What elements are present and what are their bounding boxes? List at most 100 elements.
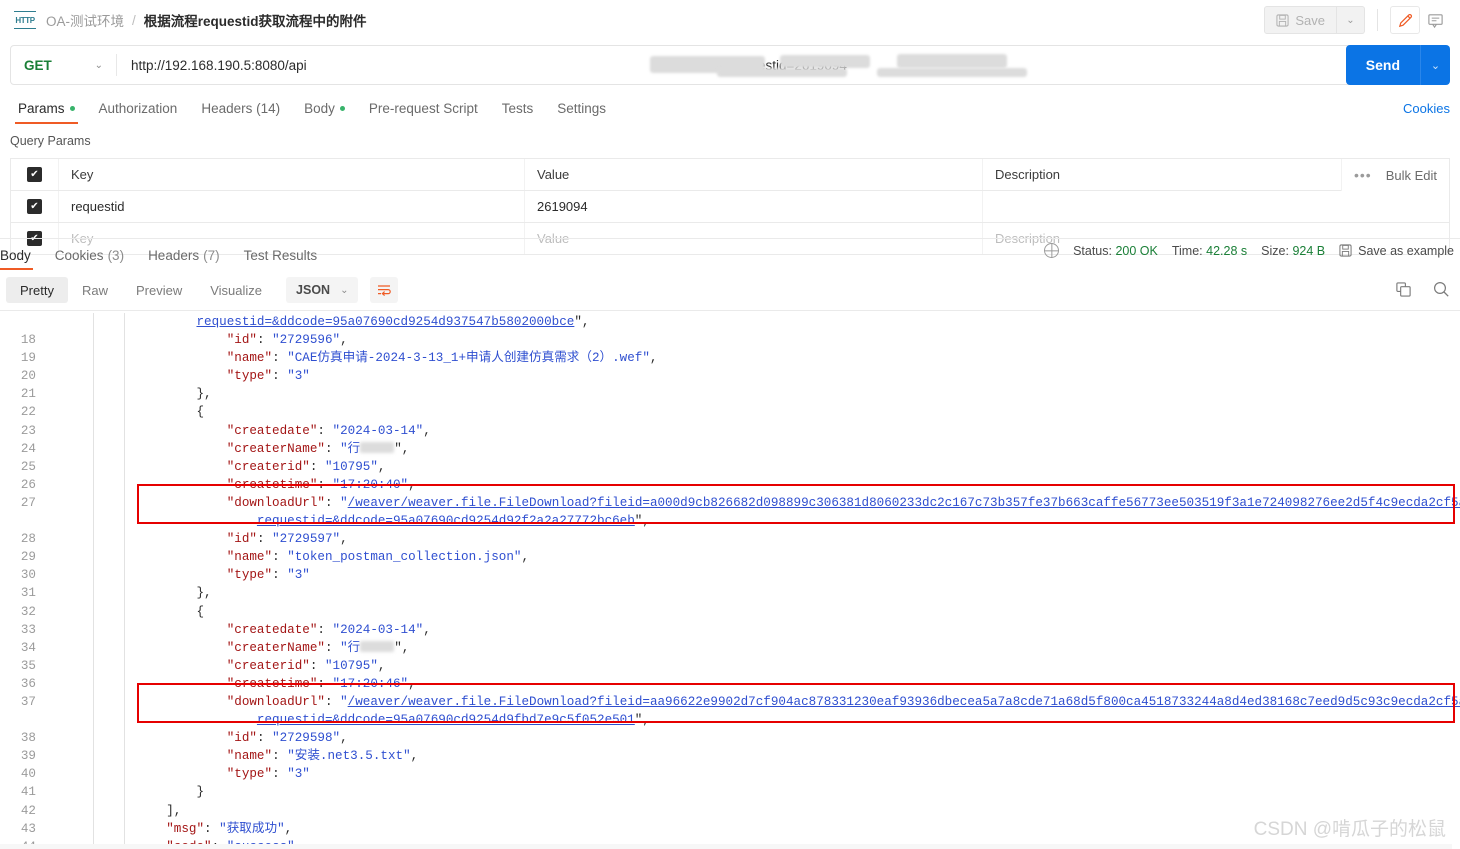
json-key: "createdate" [226, 622, 318, 637]
breadcrumb-collection[interactable]: OA-测试环境 [46, 10, 124, 30]
row-checkbox-cell[interactable]: ✔ [11, 191, 59, 222]
fold-gutter[interactable] [46, 313, 76, 331]
fold-gutter[interactable] [46, 820, 76, 838]
horizontal-scrollbar[interactable] [0, 844, 1452, 849]
json-punct: { [136, 604, 205, 619]
fold-gutter[interactable] [46, 802, 76, 820]
json-link[interactable]: requestid=&ddcode=95a07690cd9254d92f2a2a… [257, 514, 635, 528]
fold-gutter[interactable] [46, 584, 76, 602]
view-preview-button[interactable]: Preview [122, 277, 196, 303]
fold-gutter[interactable] [46, 530, 76, 548]
wrap-lines-button[interactable] [370, 277, 399, 303]
fold-gutter[interactable] [46, 349, 76, 367]
fold-gutter[interactable] [46, 639, 76, 657]
fold-gutter[interactable] [46, 403, 76, 421]
response-tab-body[interactable]: Body [0, 241, 43, 270]
save-as-example-button[interactable]: Save as example [1339, 244, 1454, 258]
param-value-input[interactable]: 2619094 [525, 191, 983, 222]
send-dropdown-button[interactable]: ⌄ [1420, 45, 1450, 85]
line-number: 36 [20, 676, 36, 691]
tab-tests[interactable]: Tests [490, 95, 546, 122]
line-number: 31 [20, 586, 36, 601]
json-link[interactable]: /weaver/weaver.file.FileDownload?fileid=… [348, 496, 1460, 510]
edit-request-button[interactable] [1390, 6, 1420, 34]
more-options-icon[interactable]: ••• [1354, 167, 1372, 183]
response-tab-cookies[interactable]: Cookies (3) [43, 241, 136, 269]
fold-gutter[interactable] [46, 458, 76, 476]
view-visualize-button[interactable]: Visualize [196, 277, 276, 303]
view-pretty-button[interactable]: Pretty [6, 277, 68, 303]
fold-gutter[interactable] [46, 693, 76, 711]
fold-gutter[interactable] [46, 675, 76, 693]
fold-gutter[interactable] [46, 657, 76, 675]
cookies-link[interactable]: Cookies [1403, 101, 1450, 116]
save-dropdown-button[interactable]: ⌄ [1337, 6, 1365, 34]
param-description-input[interactable] [983, 191, 1449, 222]
checkbox-checked-icon[interactable]: ✔ [27, 199, 42, 214]
fold-gutter[interactable] [46, 548, 76, 566]
fold-gutter[interactable] [46, 512, 76, 530]
fold-gutter[interactable] [46, 603, 76, 621]
tab-settings[interactable]: Settings [545, 95, 618, 122]
fold-gutter[interactable] [46, 747, 76, 765]
copy-icon[interactable] [1395, 281, 1412, 298]
param-key-input[interactable]: requestid [59, 191, 525, 222]
fold-gutter[interactable] [46, 729, 76, 747]
json-punct [136, 333, 227, 347]
send-button[interactable]: Send [1345, 45, 1420, 85]
tab-headers[interactable]: Headers (14) [189, 95, 292, 122]
json-punct [136, 424, 227, 438]
comments-button[interactable] [1420, 6, 1450, 34]
tab-params[interactable]: Params [6, 95, 87, 124]
checkbox-checked-icon[interactable]: ✔ [27, 167, 42, 182]
response-body-code[interactable]: requestid=&ddcode=95a07690cd9254d937547b… [0, 311, 1460, 849]
json-key: "type" [226, 369, 273, 384]
format-label: JSON [296, 283, 331, 297]
fold-gutter[interactable] [46, 367, 76, 385]
json-punct [136, 351, 227, 365]
json-link[interactable]: /weaver/weaver.file.FileDownload?fileid=… [348, 695, 1460, 709]
indent-guide [76, 385, 136, 404]
fold-gutter[interactable] [46, 783, 76, 801]
fold-gutter[interactable] [46, 440, 76, 458]
save-button[interactable]: Save [1264, 6, 1337, 34]
response-tab-test-results[interactable]: Test Results [232, 241, 330, 269]
select-all-checkbox-cell[interactable]: ✔ [11, 159, 59, 190]
response-tab-headers[interactable]: Headers (7) [136, 241, 232, 269]
code-line: 33 "createdate": "2024-03-14", [0, 620, 1460, 639]
format-selector[interactable]: JSON ⌄ [286, 277, 359, 303]
search-icon[interactable] [1432, 280, 1450, 298]
method-selector[interactable]: GET ⌄ [11, 46, 116, 84]
wrap-lines-icon [378, 285, 392, 297]
fold-gutter[interactable] [46, 621, 76, 639]
fold-gutter[interactable] [46, 476, 76, 494]
json-string: "3" [287, 369, 310, 384]
bulk-edit-button[interactable]: Bulk Edit [1386, 168, 1437, 183]
json-key: "type" [226, 767, 273, 782]
code-line: 27 "downloadUrl": "/weaver/weaver.file.F… [0, 493, 1460, 513]
json-link[interactable]: requestid=&ddcode=95a07690cd9254d937547b… [196, 315, 574, 329]
json-string: "token_postman_collection.json" [287, 550, 522, 565]
query-params-title: Query Params [10, 134, 91, 148]
redacted-name [360, 441, 395, 453]
json-punct [136, 695, 227, 709]
fold-gutter[interactable] [46, 385, 76, 403]
chevron-down-icon: ⌄ [94, 59, 103, 71]
json-punct: , [377, 658, 386, 673]
tab-pre-request-script[interactable]: Pre-request Script [357, 95, 490, 122]
tab-body[interactable]: Body [292, 95, 357, 122]
json-punct: , [521, 550, 530, 565]
chevron-down-icon: ⌄ [340, 284, 349, 296]
fold-gutter[interactable] [46, 765, 76, 783]
fold-gutter[interactable] [46, 494, 76, 512]
json-punct [136, 659, 227, 673]
json-link[interactable]: requestid=&ddcode=95a07690cd9254d9fbd7e9… [257, 713, 635, 727]
fold-gutter[interactable] [46, 711, 76, 729]
tab-authorization[interactable]: Authorization [87, 95, 190, 122]
url-input[interactable]: http://192.168.190.5:8080/api c?requesti… [117, 46, 1359, 84]
view-raw-button[interactable]: Raw [68, 277, 122, 303]
json-punct [136, 478, 227, 492]
fold-gutter[interactable] [46, 422, 76, 440]
fold-gutter[interactable] [46, 566, 76, 584]
fold-gutter[interactable] [46, 331, 76, 349]
